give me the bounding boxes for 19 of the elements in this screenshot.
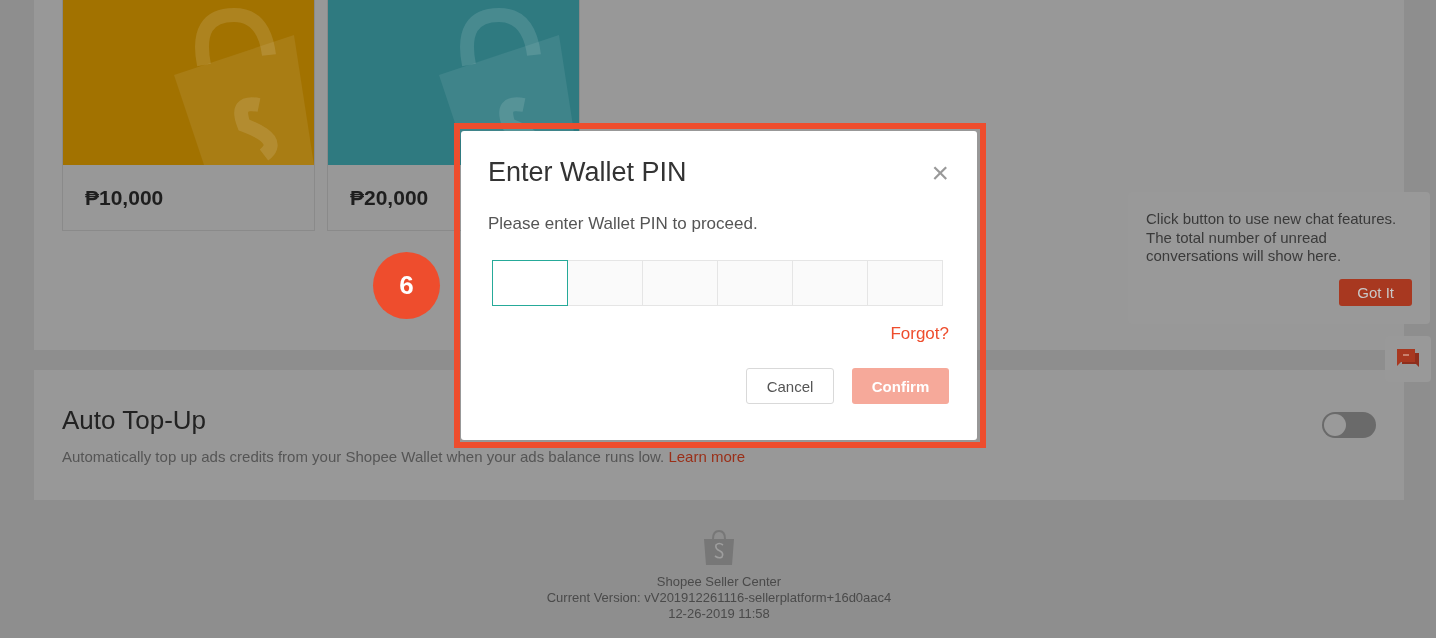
close-button[interactable]: × <box>923 157 949 188</box>
chat-button[interactable] <box>1385 336 1431 382</box>
learn-more-link[interactable]: Learn more <box>668 448 746 465</box>
pin-digit-field[interactable] <box>492 260 568 306</box>
shopping-bag-icon <box>702 530 736 566</box>
price-text: ₱20,000 <box>350 185 429 210</box>
price-text: ₱10,000 <box>85 185 164 210</box>
toggle-switch[interactable] <box>1322 412 1376 438</box>
tooltip-text: Click button to use new chat features. The total number of unread conversations will show here. <box>1146 210 1398 266</box>
got-it-button[interactable]: Got It <box>1339 278 1412 306</box>
date-text: 12-26-2019 11:58 <box>668 606 770 622</box>
forgot-link[interactable]: Forgot? <box>890 324 949 344</box>
version-text: Current Version: vV201912261116-sellerplatform+16d0aac4 <box>546 590 892 606</box>
dialog-title: Enter Wallet PIN <box>488 157 687 188</box>
cancel-button[interactable]: Cancel <box>746 368 834 404</box>
description-text: Automatically top up ads credits from your Shopee Wallet when your ads balance runs low. Learn more <box>62 448 746 465</box>
footer-text: Shopee Seller Center <box>656 574 782 590</box>
dialog-message: Please enter Wallet PIN to proceed. <box>488 214 759 234</box>
section-title: Auto Top-Up <box>62 405 208 436</box>
